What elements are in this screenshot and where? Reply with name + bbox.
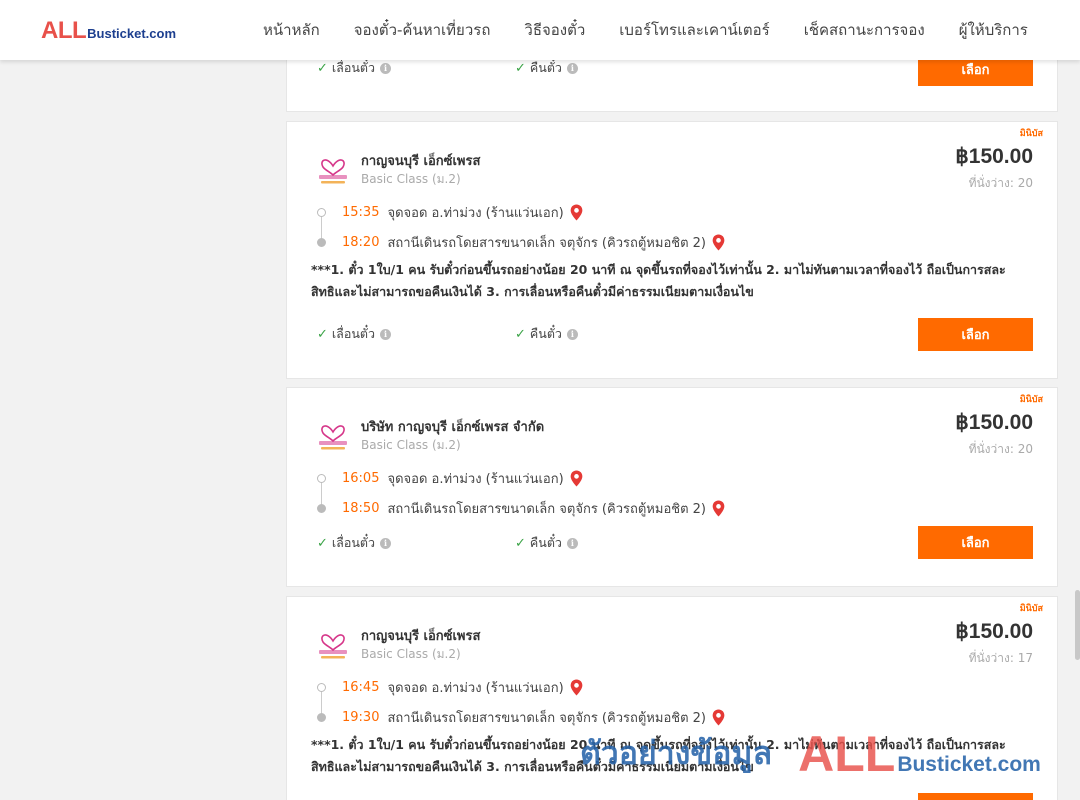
departure-place: จุดจอด อ.ท่าม่วง (ร้านแว่นเอก) [387, 206, 564, 221]
check-icon: ✓ [317, 60, 328, 76]
departure-time: 16:45 [342, 680, 380, 695]
operator-logo [319, 425, 347, 450]
operator-logo [319, 634, 347, 659]
feature-reschedule-label: เลื่อนตั๋ว [331, 326, 376, 341]
minibus-badge: มินิบัส [1019, 604, 1043, 614]
select-trip-button[interactable]: เลือก [918, 793, 1033, 800]
feature-reschedule-label: เลื่อนตั๋ว [331, 60, 376, 75]
select-trip-button[interactable]: เลือก [918, 526, 1033, 559]
nav-book-search[interactable]: จองตั๋ว-ค้นหาเที่ยวรถ [337, 18, 508, 42]
logo-busticket-text: Busticket.com [87, 26, 177, 41]
ticket-price: ฿150.00 [955, 411, 1033, 434]
map-pin-icon[interactable] [570, 470, 583, 487]
arrival-place: สถานีเดินรถโดยสารขนาดเล็ก จตุจักร (คิวรถ… [387, 502, 706, 517]
check-icon: ✓ [317, 535, 328, 551]
departure-time: 16:05 [342, 471, 380, 486]
feature-refund: ✓ คืนตั๋ว i [515, 533, 578, 553]
feature-refund-label: คืนตั๋ว [529, 326, 562, 341]
info-icon[interactable]: i [566, 537, 578, 549]
operator-name: กาญจนบุรี เอ็กซ์เพรส [361, 629, 481, 644]
nav-phone-counter[interactable]: เบอร์โทรและเคาน์เตอร์ [602, 18, 786, 42]
nav-home[interactable]: หน้าหลัก [246, 18, 337, 42]
ticket-price: ฿150.00 [955, 620, 1033, 643]
arrival-dot [317, 713, 326, 722]
departure-stop: 15:35 จุดจอด อ.ท่าม่วง (ร้านแว่นเอก) [317, 202, 583, 223]
arrival-time: 19:30 [342, 710, 380, 725]
check-icon: ✓ [317, 326, 328, 342]
select-trip-button[interactable]: เลือก [918, 318, 1033, 351]
departure-place: จุดจอด อ.ท่าม่วง (ร้านแว่นเอก) [387, 681, 564, 696]
info-icon[interactable]: i [380, 537, 392, 549]
feature-reschedule-label: เลื่อนตั๋ว [331, 535, 376, 550]
ticket-price: ฿150.00 [955, 145, 1033, 168]
arrival-place: สถานีเดินรถโดยสารขนาดเล็ก จตุจักร (คิวรถ… [387, 711, 706, 726]
trip-card: มินิบัส กาญจนบุรี เอ็กซ์เพรส Basic Class… [286, 596, 1058, 800]
logo-all-text: ALL [41, 17, 87, 44]
departure-dot [317, 683, 326, 692]
bus-class: Basic Class (ม.2) [361, 438, 461, 452]
arrival-stop: 18:50 สถานีเดินรถโดยสารขนาดเล็ก จตุจักร … [317, 498, 725, 519]
site-logo[interactable]: ALL Busticket.com [41, 19, 176, 43]
operator-name: บริษัท กาญจบุรี เอ็กซ์เพรส จำกัด [361, 420, 545, 435]
check-icon: ✓ [515, 535, 526, 551]
nav-how-to-book[interactable]: วิธีจองตั๋ว [507, 18, 602, 42]
departure-dot [317, 474, 326, 483]
nav-booking-status[interactable]: เช็คสถานะการจอง [787, 18, 942, 42]
arrival-time: 18:50 [342, 501, 380, 516]
info-icon[interactable]: i [380, 62, 392, 74]
trip-card: มินิบัส บริษัท กาญจบุรี เอ็กซ์เพรส จำกัด… [286, 387, 1058, 587]
page-scrollbar[interactable] [1075, 590, 1080, 660]
feature-refund: ✓ คืนตั๋ว i [515, 58, 578, 78]
info-icon[interactable]: i [380, 328, 392, 340]
operator-logo [319, 159, 347, 184]
map-pin-icon[interactable] [712, 500, 725, 517]
feature-refund-label: คืนตั๋ว [529, 60, 562, 75]
bus-class: Basic Class (ม.2) [361, 172, 461, 186]
departure-time: 15:35 [342, 205, 380, 220]
arrival-dot [317, 504, 326, 513]
feature-reschedule: ✓ เลื่อนตั๋ว i [317, 58, 392, 78]
departure-stop: 16:05 จุดจอด อ.ท่าม่วง (ร้านแว่นเอก) [317, 468, 583, 489]
seats-available: ที่นั่งว่าง: 20 [968, 176, 1033, 190]
seats-available: ที่นั่งว่าง: 17 [968, 651, 1033, 665]
check-icon: ✓ [515, 60, 526, 76]
minibus-badge: มินิบัส [1019, 129, 1043, 139]
check-icon: ✓ [515, 326, 526, 342]
arrival-time: 18:20 [342, 235, 380, 250]
departure-dot [317, 208, 326, 217]
arrival-place: สถานีเดินรถโดยสารขนาดเล็ก จตุจักร (คิวรถ… [387, 236, 706, 251]
arrival-stop: 19:30 สถานีเดินรถโดยสารขนาดเล็ก จตุจักร … [317, 707, 725, 728]
info-icon[interactable]: i [566, 328, 578, 340]
departure-place: จุดจอด อ.ท่าม่วง (ร้านแว่นเอก) [387, 472, 564, 487]
info-icon[interactable]: i [566, 62, 578, 74]
operator-name: กาญจนบุรี เอ็กซ์เพรส [361, 154, 481, 169]
feature-reschedule: ✓ เลื่อนตั๋ว i [317, 533, 392, 553]
departure-stop: 16:45 จุดจอด อ.ท่าม่วง (ร้านแว่นเอก) [317, 677, 583, 698]
map-pin-icon[interactable] [570, 204, 583, 221]
map-pin-icon[interactable] [712, 234, 725, 251]
bus-class: Basic Class (ม.2) [361, 647, 461, 661]
trip-note: ***1. ตั๋ว 1ใบ/1 คน รับตั๋วก่อนขึ้นรถอย่… [311, 737, 1006, 774]
map-pin-icon[interactable] [570, 679, 583, 696]
feature-reschedule: ✓ เลื่อนตั๋ว i [317, 324, 392, 344]
main-nav: หน้าหลัก จองตั๋ว-ค้นหาเที่ยวรถ วิธีจองตั… [246, 0, 1045, 60]
trip-note: ***1. ตั๋ว 1ใบ/1 คน รับตั๋วก่อนขึ้นรถอย่… [311, 262, 1006, 299]
feature-refund-label: คืนตั๋ว [529, 535, 562, 550]
minibus-badge: มินิบัส [1019, 395, 1043, 405]
site-header: ALL Busticket.com หน้าหลัก จองตั๋ว-ค้นหา… [0, 0, 1080, 60]
seats-available: ที่นั่งว่าง: 20 [968, 442, 1033, 456]
feature-refund: ✓ คืนตั๋ว i [515, 324, 578, 344]
trip-card: มินิบัส กาญจนบุรี เอ็กซ์เพรส Basic Class… [286, 121, 1058, 379]
nav-operators[interactable]: ผู้ให้บริการ [942, 18, 1045, 42]
arrival-stop: 18:20 สถานีเดินรถโดยสารขนาดเล็ก จตุจักร … [317, 232, 725, 253]
arrival-dot [317, 238, 326, 247]
map-pin-icon[interactable] [712, 709, 725, 726]
